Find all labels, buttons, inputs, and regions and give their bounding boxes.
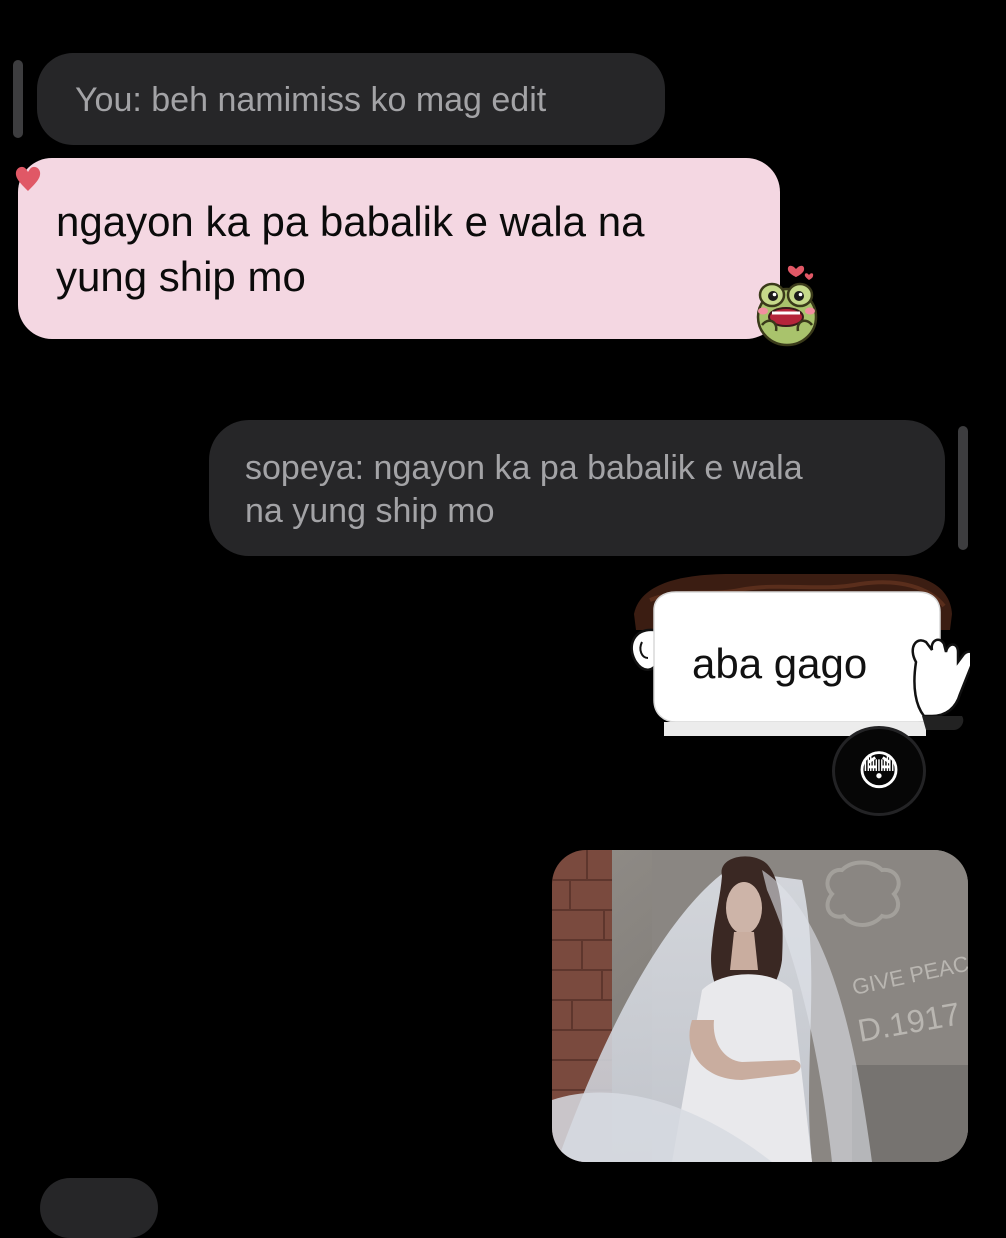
- flushed-reaction-icon[interactable]: 😳: [832, 726, 926, 816]
- reply-indicator-bar: [13, 60, 23, 138]
- quoted-message-text-line: na yung ship mo: [245, 492, 495, 530]
- reply-indicator-bar: [958, 426, 968, 550]
- message-text-line: ngayon ka pa babalik e wala na: [56, 198, 645, 245]
- shared-photo[interactable]: GIVE PEAC D.1917: [552, 850, 968, 1162]
- heart-icon: [15, 166, 41, 191]
- incoming-message-bubble[interactable]: ngayon ka pa babalik e wala na yung ship…: [18, 158, 780, 339]
- next-message-bubble[interactable]: [40, 1178, 158, 1238]
- reaction-emoji: 😳: [857, 747, 901, 794]
- quoted-message-text-line: sopeya: ngayon ka pa babalik e wala: [245, 449, 803, 487]
- quoted-message-bubble[interactable]: sopeya: ngayon ka pa babalik e wala na y…: [209, 420, 945, 556]
- message-text-line: yung ship mo: [56, 253, 306, 300]
- frog-sticker-icon[interactable]: [752, 255, 822, 350]
- quoted-message-text: You: beh namimiss ko mag edit: [75, 81, 547, 119]
- bride-photo-image: GIVE PEAC D.1917: [552, 850, 968, 1162]
- outgoing-message-text: aba gago: [692, 640, 868, 687]
- quoted-message-bubble[interactable]: You: beh namimiss ko mag edit: [37, 53, 665, 145]
